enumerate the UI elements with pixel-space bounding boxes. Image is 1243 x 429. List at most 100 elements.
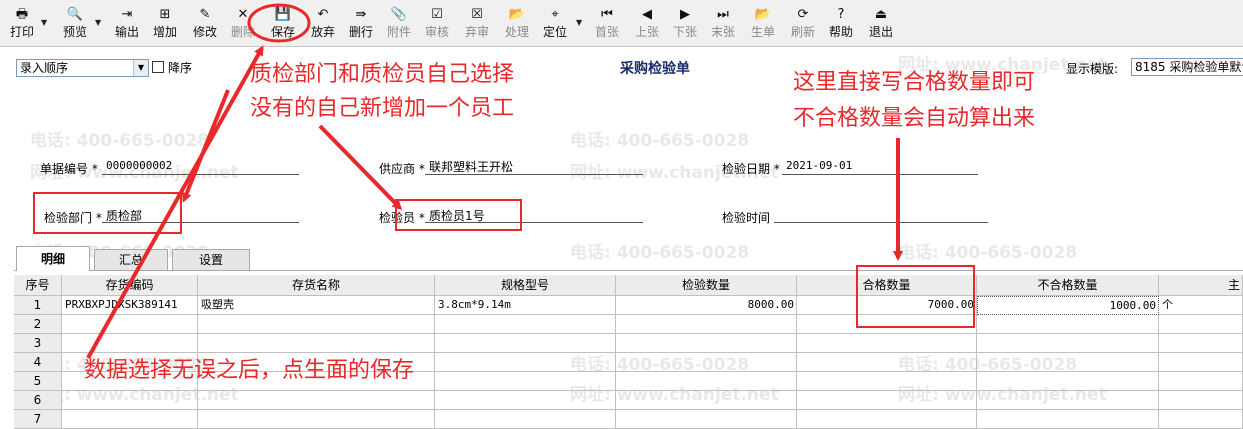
table-cell[interactable] xyxy=(616,315,797,334)
table-cell[interactable] xyxy=(977,372,1159,391)
edit-button[interactable]: ✎ 修改 xyxy=(188,4,222,44)
tab-settings[interactable]: 设置 xyxy=(172,249,250,270)
column-header[interactable]: 不合格数量 xyxy=(977,275,1159,296)
chevron-down-icon[interactable]: ▼ xyxy=(133,60,148,76)
table-cell[interactable] xyxy=(616,410,797,429)
table-cell[interactable] xyxy=(435,315,616,334)
table-cell[interactable] xyxy=(616,391,797,410)
table-cell[interactable] xyxy=(797,372,977,391)
table-cell[interactable] xyxy=(977,315,1159,334)
table-cell[interactable]: 3.8cm*9.14m xyxy=(435,296,616,315)
time-underline[interactable] xyxy=(774,222,988,223)
column-header[interactable]: 序号 xyxy=(14,275,62,296)
table-cell[interactable] xyxy=(977,334,1159,353)
table-cell[interactable]: PRXBXPJDXSK389141 xyxy=(62,296,198,315)
table-cell[interactable]: 1000.00 xyxy=(977,296,1159,315)
first-icon: ⏮ xyxy=(601,7,613,22)
dropdown-caret-icon[interactable]: ▼ xyxy=(41,18,47,27)
delete-button[interactable]: ✕ 删除 xyxy=(226,4,260,44)
table-cell[interactable] xyxy=(797,353,977,372)
table-cell[interactable] xyxy=(198,334,435,353)
table-cell[interactable] xyxy=(435,391,616,410)
audit-button[interactable]: ☑ 审核 xyxy=(420,4,454,44)
toolbar-button-label: 退出 xyxy=(868,25,893,39)
supplier-field[interactable]: 联邦塑料王开松 xyxy=(429,158,513,175)
save-button[interactable]: 💾 保存 xyxy=(266,4,300,44)
table-cell[interactable] xyxy=(435,353,616,372)
last-button[interactable]: ⏭ 末张 xyxy=(706,4,740,44)
printer-button[interactable]: 🖶 打印 xyxy=(5,4,39,44)
table-cell[interactable] xyxy=(1159,353,1243,372)
column-header[interactable]: 主 xyxy=(1159,275,1243,296)
dept-highlight-box xyxy=(33,192,182,234)
first-button[interactable]: ⏮ 首张 xyxy=(590,4,624,44)
toolbar-button-label: 上张 xyxy=(634,25,659,39)
exit-icon: ⏏ xyxy=(874,7,888,22)
column-header[interactable]: 存货名称 xyxy=(198,275,435,296)
add-button[interactable]: ⊞ 增加 xyxy=(148,4,182,44)
table-cell[interactable] xyxy=(198,315,435,334)
preview-button[interactable]: 🔍 预览 xyxy=(58,4,92,44)
table-cell[interactable] xyxy=(797,410,977,429)
table-cell[interactable] xyxy=(62,410,198,429)
table-cell[interactable] xyxy=(62,334,198,353)
next-button[interactable]: ▶ 下张 xyxy=(668,4,702,44)
table-cell[interactable]: 8000.00 xyxy=(616,296,797,315)
table-cell[interactable]: 个 xyxy=(1159,296,1243,315)
toolbar-button-label: 帮助 xyxy=(828,25,853,39)
column-header[interactable]: 检验数量 xyxy=(616,275,797,296)
table-cell[interactable] xyxy=(435,410,616,429)
tab-summary[interactable]: 汇总 xyxy=(94,249,168,270)
table-cell[interactable] xyxy=(616,334,797,353)
table-cell[interactable] xyxy=(1159,372,1243,391)
export-button[interactable]: ⇥ 输出 xyxy=(110,4,144,44)
table-cell[interactable] xyxy=(62,391,198,410)
printer-icon: 🖶 xyxy=(15,7,29,22)
table-cell[interactable] xyxy=(977,410,1159,429)
table-cell[interactable] xyxy=(1159,334,1243,353)
undo-button[interactable]: ↶ 放弃 xyxy=(306,4,340,44)
table-cell[interactable] xyxy=(62,315,198,334)
toolbar-button-label: 删除 xyxy=(230,25,255,39)
exit-button[interactable]: ⏏ 退出 xyxy=(864,4,898,44)
locate-button[interactable]: ⌖ 定位 xyxy=(538,4,572,44)
table-cell[interactable] xyxy=(977,353,1159,372)
save-icon: 💾 xyxy=(274,7,292,22)
table-cell[interactable] xyxy=(198,410,435,429)
table-cell[interactable] xyxy=(1159,391,1243,410)
row-number: 6 xyxy=(14,391,62,410)
table-cell[interactable] xyxy=(435,372,616,391)
attachment-button[interactable]: 📎 附件 xyxy=(382,4,416,44)
column-header[interactable]: 规格型号 xyxy=(435,275,616,296)
column-header[interactable]: 存货编码 xyxy=(62,275,198,296)
toolbar-button-label: 放弃 xyxy=(310,25,335,39)
table-cell[interactable] xyxy=(797,334,977,353)
refresh-button[interactable]: ⟳ 刷新 xyxy=(786,4,820,44)
toolbar-button-label: 生单 xyxy=(750,25,775,39)
unaudit-button[interactable]: ☒ 弃审 xyxy=(460,4,494,44)
date-label: 检验日期 * xyxy=(722,162,780,176)
table-cell[interactable] xyxy=(616,372,797,391)
prev-button[interactable]: ◀ 上张 xyxy=(630,4,664,44)
generate-button[interactable]: 📂 生单 xyxy=(746,4,780,44)
process-folder-button[interactable]: 📂 处理 xyxy=(500,4,534,44)
doc-no-field[interactable]: 0000000002 xyxy=(106,159,172,172)
table-cell[interactable] xyxy=(1159,410,1243,429)
order-select[interactable]: 录入顺序 ▼ xyxy=(16,59,149,77)
tab-detail[interactable]: 明细 xyxy=(16,246,90,271)
table-cell[interactable] xyxy=(435,334,616,353)
date-field[interactable]: 2021-09-01 xyxy=(786,159,852,172)
dropdown-caret-icon[interactable]: ▼ xyxy=(576,18,582,27)
table-cell[interactable] xyxy=(1159,315,1243,334)
table-cell[interactable] xyxy=(616,353,797,372)
table-cell[interactable]: 吸塑壳 xyxy=(198,296,435,315)
help-button[interactable]: ? 帮助 xyxy=(824,4,858,44)
table-cell[interactable] xyxy=(797,391,977,410)
dropdown-caret-icon[interactable]: ▼ xyxy=(95,18,101,27)
delete-row-button[interactable]: ⇛ 删行 xyxy=(344,4,378,44)
toolbar-button-label: 审核 xyxy=(424,25,449,39)
descending-checkbox[interactable] xyxy=(152,61,164,73)
table-cell[interactable] xyxy=(198,391,435,410)
table-cell[interactable] xyxy=(977,391,1159,410)
template-select[interactable]: 8185 采购检验单默认 xyxy=(1131,58,1243,76)
